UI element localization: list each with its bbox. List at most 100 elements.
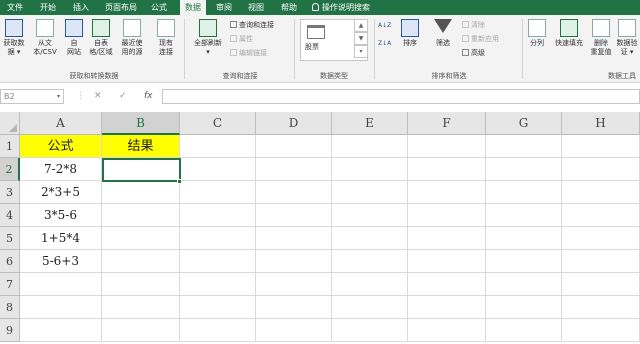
column-header-c[interactable]: C	[180, 112, 256, 135]
cell-d2[interactable]	[256, 158, 332, 181]
cell-d4[interactable]	[256, 204, 332, 227]
cell-g3[interactable]	[486, 181, 562, 204]
cell-h7[interactable]	[562, 273, 640, 296]
sort-ascending-button[interactable]: A↓Z	[378, 21, 391, 30]
cell-h5[interactable]	[562, 227, 640, 250]
tab-data[interactable]: 数据	[180, 0, 206, 15]
advanced-filter-button[interactable]: 高级	[462, 49, 485, 58]
cell-g5[interactable]	[486, 227, 562, 250]
cell-a3[interactable]: 2*3+5	[20, 181, 102, 204]
cell-g9[interactable]	[486, 319, 562, 342]
cell-e2[interactable]	[332, 158, 408, 181]
row-header-1[interactable]: 1	[0, 135, 20, 158]
gallery-scroll[interactable]: ▲ ▼ ▾	[354, 19, 368, 61]
cell-c9[interactable]	[180, 319, 256, 342]
cell-c4[interactable]	[180, 204, 256, 227]
tab-review[interactable]: 审阅	[211, 0, 237, 15]
name-box-dropdown-icon[interactable]: ▾	[57, 90, 60, 103]
cell-g2[interactable]	[486, 158, 562, 181]
queries-connections-button[interactable]: 查询和连接	[230, 21, 274, 30]
column-header-a[interactable]: A	[20, 112, 102, 135]
recent-sources-button[interactable]: 最近使 用的源	[116, 19, 148, 57]
cell-e4[interactable]	[332, 204, 408, 227]
cell-e5[interactable]	[332, 227, 408, 250]
edit-links-button[interactable]: 编辑链接	[230, 49, 267, 58]
clear-filter-button[interactable]: 清除	[462, 21, 485, 30]
cell-b7[interactable]	[102, 273, 180, 296]
cell-d7[interactable]	[256, 273, 332, 296]
cell-b5[interactable]	[102, 227, 180, 250]
fill-handle[interactable]	[177, 179, 182, 184]
cell-b6[interactable]	[102, 250, 180, 273]
cell-b9[interactable]	[102, 319, 180, 342]
sort-descending-button[interactable]: Z↓A	[378, 39, 391, 48]
cell-d8[interactable]	[256, 296, 332, 319]
cell-c8[interactable]	[180, 296, 256, 319]
column-header-g[interactable]: G	[486, 112, 562, 135]
cell-d6[interactable]	[256, 250, 332, 273]
cancel-icon[interactable]: ✕	[94, 89, 102, 104]
cell-b4[interactable]	[102, 204, 180, 227]
from-table-range-button[interactable]: 自表 格/区域	[86, 19, 116, 57]
cell-a5[interactable]: 1+5*4	[20, 227, 102, 250]
cell-h4[interactable]	[562, 204, 640, 227]
cell-a6[interactable]: 5-6+3	[20, 250, 102, 273]
name-box[interactable]: B2 ▾	[0, 89, 64, 104]
cell-f4[interactable]	[408, 204, 486, 227]
cell-d3[interactable]	[256, 181, 332, 204]
cell-a1[interactable]: 公式	[20, 135, 102, 158]
cell-a7[interactable]	[20, 273, 102, 296]
refresh-all-button[interactable]: 全部刷新 ▾	[188, 19, 228, 57]
cell-c7[interactable]	[180, 273, 256, 296]
cell-e9[interactable]	[332, 319, 408, 342]
cell-a4[interactable]: 3*5-6	[20, 204, 102, 227]
cell-f7[interactable]	[408, 273, 486, 296]
column-header-d[interactable]: D	[256, 112, 332, 135]
cell-c1[interactable]	[180, 135, 256, 158]
from-text-csv-button[interactable]: 从文 本/CSV	[28, 19, 62, 57]
cell-b3[interactable]	[102, 181, 180, 204]
select-all-corner[interactable]	[0, 112, 20, 135]
flash-fill-button[interactable]: 快速填充	[552, 19, 586, 48]
cell-h9[interactable]	[562, 319, 640, 342]
gallery-more-icon[interactable]: ▾	[354, 45, 368, 58]
remove-duplicates-button[interactable]: 删除 重复值	[588, 19, 614, 57]
insert-function-icon[interactable]: fx	[144, 89, 153, 104]
cell-f5[interactable]	[408, 227, 486, 250]
cell-c3[interactable]	[180, 181, 256, 204]
text-to-columns-button[interactable]: 分列	[524, 19, 550, 48]
gallery-down-icon[interactable]: ▼	[354, 32, 368, 45]
cell-f8[interactable]	[408, 296, 486, 319]
cell-f3[interactable]	[408, 181, 486, 204]
gallery-up-icon[interactable]: ▲	[354, 19, 368, 32]
cell-a8[interactable]	[20, 296, 102, 319]
tab-help[interactable]: 帮助	[276, 0, 302, 15]
cell-h1[interactable]	[562, 135, 640, 158]
row-header-4[interactable]: 4	[0, 204, 20, 227]
row-header-5[interactable]: 5	[0, 227, 20, 250]
cell-h3[interactable]	[562, 181, 640, 204]
cell-g7[interactable]	[486, 273, 562, 296]
cell-a2[interactable]: 7-2*8	[20, 158, 102, 181]
row-header-6[interactable]: 6	[0, 250, 20, 273]
tab-formulas[interactable]: 公式	[146, 0, 172, 15]
cell-e6[interactable]	[332, 250, 408, 273]
tab-file[interactable]: 文件	[2, 0, 28, 15]
properties-button[interactable]: 属性	[230, 35, 253, 44]
column-header-b[interactable]: B	[102, 112, 180, 135]
row-header-8[interactable]: 8	[0, 296, 20, 319]
cell-g1[interactable]	[486, 135, 562, 158]
enter-icon[interactable]: ✓	[119, 89, 127, 104]
cell-f1[interactable]	[408, 135, 486, 158]
from-web-button[interactable]: 自 网站	[62, 19, 86, 57]
row-header-3[interactable]: 3	[0, 181, 20, 204]
cell-g8[interactable]	[486, 296, 562, 319]
sort-button[interactable]: 排序	[398, 19, 422, 48]
cell-g6[interactable]	[486, 250, 562, 273]
cell-e8[interactable]	[332, 296, 408, 319]
cell-f2[interactable]	[408, 158, 486, 181]
cell-a9[interactable]	[20, 319, 102, 342]
data-validation-button[interactable]: 数据验 证 ▾	[614, 19, 640, 57]
cell-h8[interactable]	[562, 296, 640, 319]
tab-insert[interactable]: 插入	[68, 0, 94, 15]
